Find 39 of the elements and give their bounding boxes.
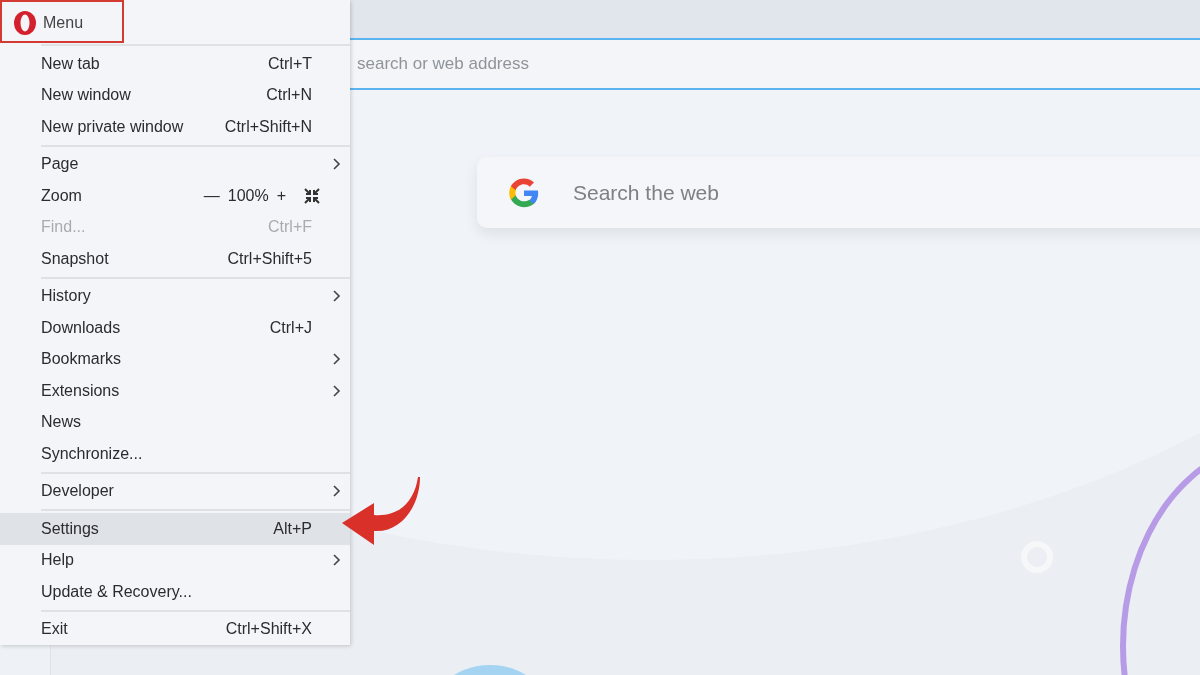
- menu-item[interactable]: Page: [0, 148, 350, 180]
- menu-title: Menu: [43, 14, 84, 32]
- menu-item[interactable]: Settings Alt+P: [0, 513, 350, 545]
- address-field[interactable]: search or web address: [355, 53, 759, 75]
- opera-logo-icon: [13, 10, 37, 36]
- menu-item[interactable]: Extensions: [0, 375, 350, 407]
- menu-item[interactable]: Synchronize...: [0, 438, 350, 470]
- menu-item[interactable]: Bookmarks: [0, 343, 350, 375]
- shortcut-label: Ctrl+F: [268, 218, 312, 237]
- menu-item[interactable]: New tab Ctrl+T: [0, 48, 350, 80]
- zoom-in-button[interactable]: +: [274, 186, 288, 205]
- chevron-right-icon: [332, 383, 342, 398]
- menu-item[interactable]: Downloads Ctrl+J: [0, 312, 350, 344]
- shortcut-label: Alt+P: [273, 519, 312, 538]
- menu-item[interactable]: Help: [0, 544, 350, 576]
- menu-item[interactable]: Update & Recovery...: [0, 576, 350, 608]
- shortcut-label: Ctrl+J: [269, 318, 312, 337]
- shortcut-label: Ctrl+N: [266, 86, 312, 105]
- shortcut-label: Ctrl+T: [268, 54, 312, 73]
- menu-item[interactable]: New private window Ctrl+Shift+N: [0, 111, 350, 143]
- chevron-right-icon: [332, 157, 342, 172]
- shortcut-label: Ctrl+Shift+X: [225, 620, 312, 639]
- menu-item[interactable]: New window Ctrl+N: [0, 79, 350, 111]
- zoom-label: Zoom: [41, 186, 83, 205]
- menu-item[interactable]: Snapshot Ctrl+Shift+5: [0, 243, 350, 275]
- chevron-right-icon: [332, 553, 342, 568]
- menu-item[interactable]: Developer: [0, 475, 350, 507]
- chevron-right-icon: [332, 289, 342, 304]
- shortcut-label: Ctrl+Shift+5: [227, 249, 312, 268]
- zoom-out-button[interactable]: —: [201, 186, 222, 205]
- fullscreen-exit-icon[interactable]: [304, 187, 320, 204]
- zoom-level: 100%: [227, 186, 269, 205]
- menu-item[interactable]: Exit Ctrl+Shift+X: [0, 613, 350, 645]
- search-field[interactable]: Search the web: [571, 179, 975, 206]
- chevron-right-icon: [332, 484, 342, 499]
- menu-item[interactable]: News: [0, 406, 350, 438]
- shortcut-label: Ctrl+Shift+N: [224, 117, 312, 136]
- chevron-right-icon: [332, 352, 342, 367]
- menu-item[interactable]: History: [0, 280, 350, 312]
